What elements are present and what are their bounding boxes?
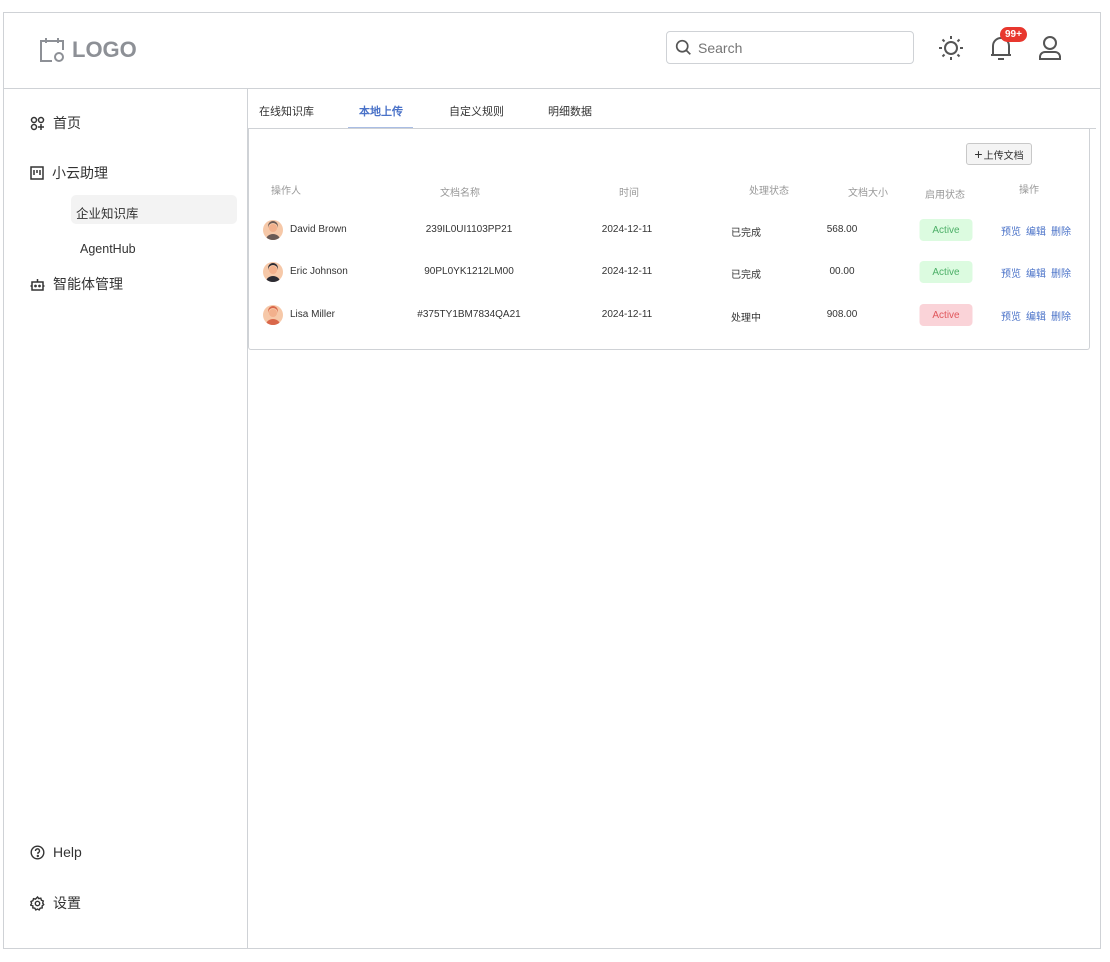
- operator-name: David Brown: [290, 224, 347, 235]
- operator-name: Lisa Miller: [290, 309, 336, 320]
- delete-link[interactable]: 删除: [1051, 265, 1071, 280]
- column-header-size: 文档大小: [848, 188, 888, 199]
- column-header-enabled: 启用状态: [925, 190, 965, 201]
- avatar: [263, 305, 283, 325]
- search-input[interactable]: [698, 39, 898, 56]
- sidebar-item-label: 智能体管理: [53, 276, 123, 292]
- tab-custom-rules[interactable]: 自定义规则: [449, 103, 504, 119]
- header-divider: [3, 88, 1101, 89]
- tab-online-kb[interactable]: 在线知识库: [259, 103, 314, 119]
- robot-icon: [30, 278, 45, 291]
- preview-link[interactable]: 预览: [1001, 265, 1021, 280]
- processing-status: 已完成: [731, 228, 761, 239]
- home-grid-icon: [30, 116, 45, 130]
- theme-toggle-sun-icon[interactable]: [938, 35, 964, 61]
- row-actions: 预览 编辑 删除: [1001, 223, 1071, 238]
- logo-text: LOGO: [72, 37, 137, 62]
- sidebar-item-label: 首页: [53, 115, 81, 131]
- preview-link[interactable]: 预览: [1001, 223, 1021, 238]
- plus-icon: +: [974, 146, 983, 162]
- help-circle-icon: [30, 844, 45, 860]
- document-name: 90PL0YK1212LM00: [424, 266, 514, 277]
- column-header-operator: 操作人: [271, 186, 301, 197]
- enabled-status-badge[interactable]: Active: [919, 261, 973, 283]
- logo-icon: [40, 38, 64, 62]
- column-header-doc-name: 文档名称: [440, 188, 480, 199]
- upload-time: 2024-12-11: [601, 266, 653, 277]
- delete-link[interactable]: 删除: [1051, 223, 1071, 238]
- upload-time: 2024-12-11: [601, 309, 653, 320]
- sidebar-item-home[interactable]: 首页: [30, 113, 81, 133]
- sidebar-subitem-agenthub[interactable]: AgentHub: [80, 242, 136, 256]
- upload-document-button[interactable]: + 上传文档: [966, 143, 1032, 165]
- edit-link[interactable]: 编辑: [1026, 308, 1046, 323]
- sidebar-item-settings[interactable]: 设置: [30, 893, 81, 913]
- document-name: 239IL0UI1103PP21: [425, 224, 513, 235]
- processing-status: 已完成: [731, 270, 761, 281]
- upload-time: 2024-12-11: [601, 224, 653, 235]
- operator-name: Eric Johnson: [290, 266, 348, 277]
- document-size: 908.00: [826, 309, 858, 320]
- tab-local-upload[interactable]: 本地上传: [359, 103, 403, 119]
- board-icon: [30, 166, 44, 180]
- row-actions: 预览 编辑 删除: [1001, 265, 1071, 280]
- sidebar-item-label: 小云助理: [52, 165, 108, 181]
- column-header-status: 处理状态: [749, 186, 789, 197]
- preview-link[interactable]: 预览: [1001, 308, 1021, 323]
- logo[interactable]: LOGO: [38, 36, 137, 64]
- row-actions: 预览 编辑 删除: [1001, 308, 1071, 323]
- sidebar-subitem-knowledge-base[interactable]: 企业知识库: [76, 203, 139, 222]
- search-box[interactable]: [666, 31, 914, 64]
- edit-link[interactable]: 编辑: [1026, 265, 1046, 280]
- column-header-actions: 操作: [1019, 185, 1039, 196]
- sidebar-item-label: 设置: [53, 895, 81, 911]
- notification-badge: 99+: [1000, 27, 1027, 42]
- document-size: 568.00: [826, 224, 858, 235]
- tab-detail-data[interactable]: 明细数据: [548, 103, 592, 119]
- document-size: 00.00: [829, 266, 855, 277]
- column-header-time: 时间: [619, 188, 639, 199]
- gear-icon: [30, 895, 45, 911]
- sidebar-item-help[interactable]: Help: [30, 844, 82, 860]
- user-profile-icon[interactable]: [1038, 35, 1062, 61]
- sidebar-item-agent-management[interactable]: 智能体管理: [30, 274, 123, 294]
- avatar: [263, 220, 283, 240]
- document-name: #375TY1BM7834QA21: [417, 309, 521, 320]
- avatar: [263, 262, 283, 282]
- enabled-status-badge[interactable]: Active: [919, 219, 973, 241]
- delete-link[interactable]: 删除: [1051, 308, 1071, 323]
- search-icon: [675, 39, 691, 55]
- upload-label: 上传文档: [983, 150, 1024, 162]
- processing-status: 处理中: [731, 313, 761, 324]
- edit-link[interactable]: 编辑: [1026, 223, 1046, 238]
- sidebar-item-assistant[interactable]: 小云助理: [30, 163, 108, 183]
- sidebar-item-label: Help: [53, 844, 82, 860]
- enabled-status-badge[interactable]: Active: [919, 304, 973, 326]
